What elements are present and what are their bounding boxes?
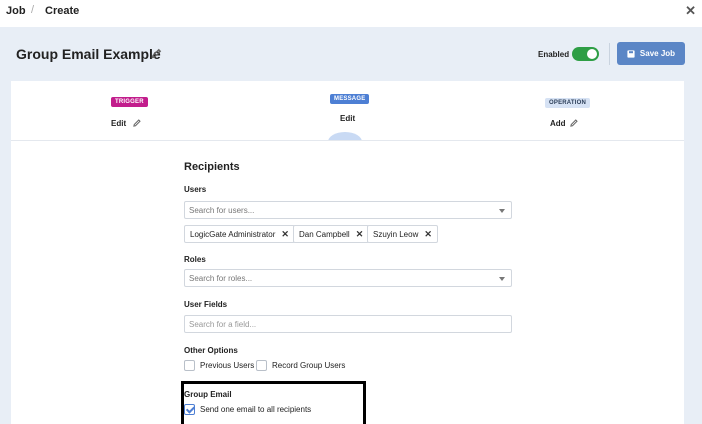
remove-chip-icon[interactable]: ✕	[424, 229, 432, 240]
save-job-label: Save Job	[639, 49, 676, 58]
job-editor-card: TRIGGER Edit MESSAGE Edit OPERATION Add …	[11, 81, 684, 424]
breadcrumb-separator: /	[31, 4, 35, 16]
group-email-label: Group Email	[184, 390, 232, 399]
user-chip-label: Dan Campbell	[299, 229, 350, 239]
user-fields-label: User Fields	[184, 300, 228, 309]
breadcrumb-job[interactable]: Job	[6, 5, 26, 17]
save-icon	[627, 49, 635, 58]
message-edit-link[interactable]: Edit	[340, 114, 355, 123]
toggle-knob	[587, 49, 597, 59]
previous-users-checkbox[interactable]	[184, 360, 195, 371]
remove-chip-icon[interactable]: ✕	[281, 229, 289, 240]
operation-badge: OPERATION	[545, 98, 591, 108]
record-group-users-checkbox[interactable]	[256, 360, 267, 371]
operation-pencil-icon[interactable]	[569, 118, 579, 128]
trigger-pencil-icon[interactable]	[132, 118, 142, 128]
roles-search-select[interactable]: Search for roles...	[184, 269, 512, 287]
top-bar: Job / Create ✕	[0, 0, 702, 26]
enabled-toggle[interactable]	[572, 47, 599, 61]
group-email-checkbox[interactable]	[184, 404, 195, 415]
breadcrumb-create: Create	[45, 5, 80, 17]
close-icon[interactable]: ✕	[685, 3, 696, 19]
step-bar: TRIGGER Edit MESSAGE Edit OPERATION Add	[11, 81, 684, 141]
recipients-heading: Recipients	[184, 161, 240, 173]
edit-title-pencil-icon[interactable]	[150, 47, 163, 60]
header-divider	[609, 43, 610, 65]
group-email-option-label: Send one email to all recipients	[200, 405, 312, 414]
group-email-option[interactable]: Send one email to all recipients	[184, 404, 311, 415]
user-chip: Dan Campbell ✕	[293, 225, 370, 243]
remove-chip-icon[interactable]: ✕	[356, 229, 364, 240]
roles-placeholder: Search for roles...	[189, 274, 253, 283]
user-chip: LogicGate Administrator ✕	[184, 225, 295, 243]
chevron-down-icon[interactable]	[499, 209, 505, 213]
active-step-indicator	[328, 132, 362, 140]
user-chip: Szuyin Leow ✕	[367, 225, 438, 243]
previous-users-label: Previous Users	[200, 361, 255, 370]
operation-add-link[interactable]: Add	[550, 119, 566, 128]
user-fields-placeholder: Search for a field...	[189, 320, 257, 329]
page-title: Group Email Example	[16, 46, 161, 62]
users-placeholder: Search for users...	[189, 206, 255, 215]
user-chip-label: Szuyin Leow	[373, 229, 419, 239]
other-options-label: Other Options	[184, 346, 238, 355]
chevron-down-icon[interactable]	[499, 277, 505, 281]
trigger-badge: TRIGGER	[111, 97, 148, 107]
trigger-edit-link[interactable]: Edit	[111, 119, 126, 128]
enabled-label: Enabled	[538, 50, 570, 59]
user-chip-label: LogicGate Administrator	[190, 229, 276, 239]
save-job-button[interactable]: Save Job	[617, 42, 685, 65]
message-badge: MESSAGE	[330, 94, 370, 104]
user-fields-search-input[interactable]: Search for a field...	[184, 315, 512, 333]
record-group-users-label: Record Group Users	[272, 361, 346, 370]
roles-label: Roles	[184, 255, 206, 264]
users-label: Users	[184, 185, 207, 194]
previous-users-option[interactable]: Previous Users	[184, 360, 254, 371]
group-email-highlight-box	[181, 381, 366, 424]
users-search-select[interactable]: Search for users...	[184, 201, 512, 219]
record-group-users-option[interactable]: Record Group Users	[256, 360, 345, 371]
